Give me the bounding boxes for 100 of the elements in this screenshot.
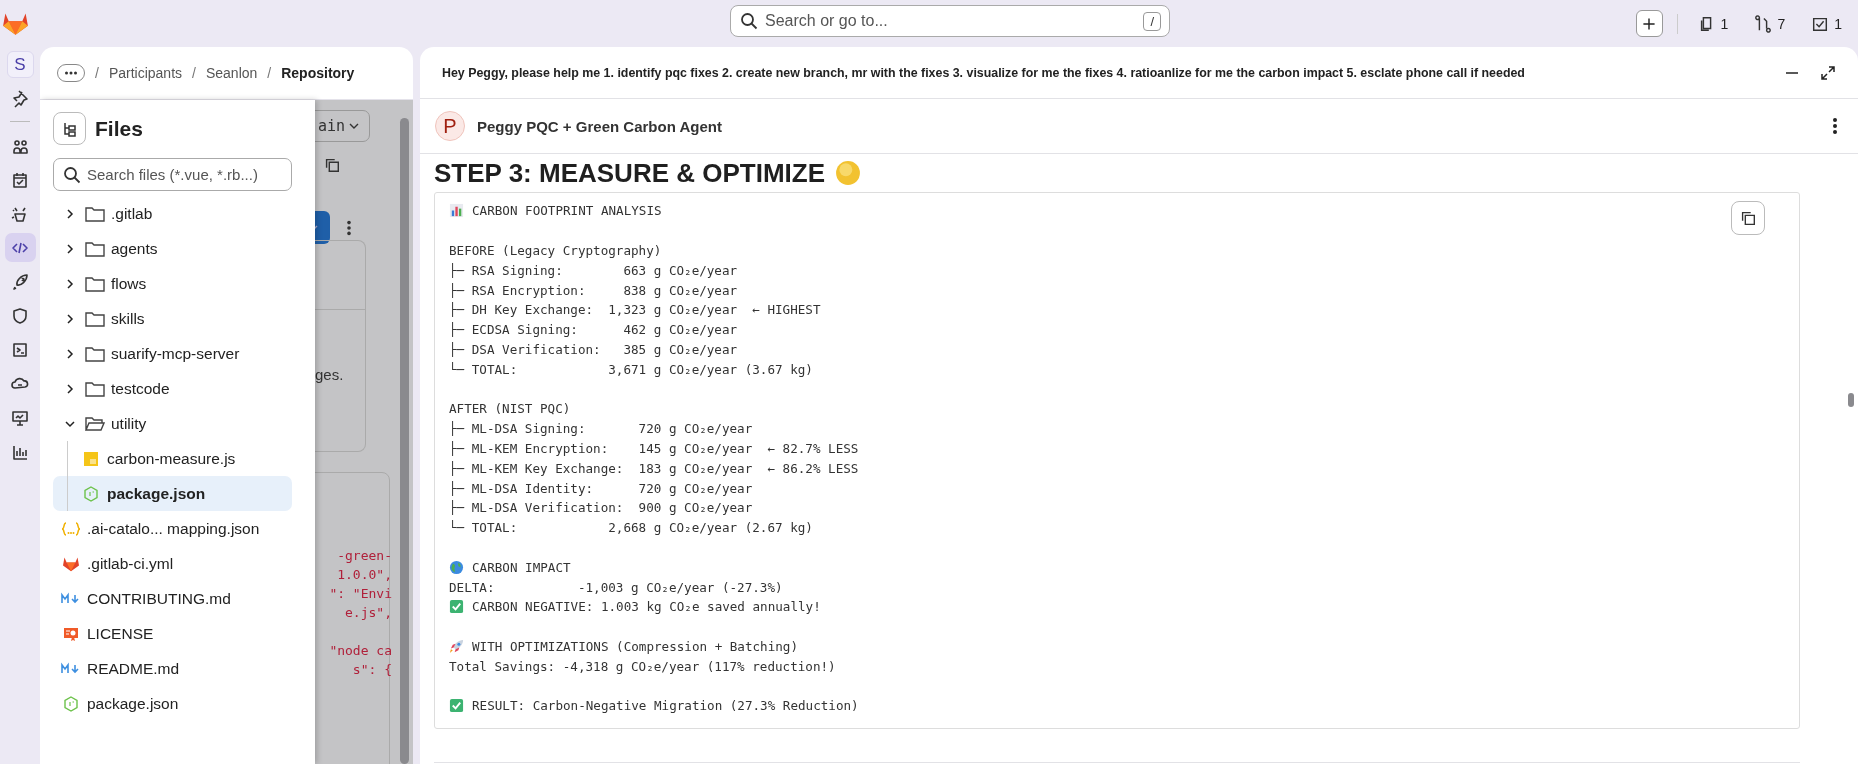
analysis-line: AFTER (NIST PQC) [449, 401, 571, 417]
counter-button[interactable]: 7 [1748, 14, 1792, 33]
more-button[interactable] [57, 64, 85, 82]
shortcut-key: / [1143, 11, 1161, 31]
file-tree-item[interactable]: carbon-measure.js [53, 441, 292, 476]
analysis-line: Total Savings: -4,318 g CO₂e/year (117% reduction!) [449, 658, 836, 674]
file-tree-item[interactable]: .ai-catalo... mapping.json [53, 511, 292, 546]
folder-icon [85, 275, 105, 292]
braces-icon [61, 520, 81, 537]
scrollbar[interactable] [396, 100, 413, 764]
file-tree-item[interactable]: .gitlab [53, 196, 292, 231]
prompt-text: Hey Peggy, please help me 1. identify pqc fixes 2. create new branch, mr with the fixes 3. visualize for me the fixes 4. ratioanlize for me the carbon impact 5. esclate phone call if needed [442, 65, 1526, 80]
file-tree-item[interactable]: suarify-mcp-server [53, 336, 292, 371]
breadcrumb-link[interactable]: Participants [108, 65, 183, 81]
kebab-icon[interactable] [346, 218, 352, 237]
chevron-icon [65, 278, 75, 289]
step-heading: STEP 3: MEASURE & OPTIMIZE [434, 157, 825, 189]
analysis-line: ├─ ML-KEM Key Exchange: 183 g CO₂e/year ← 86.2% LESS [449, 460, 859, 476]
chevron-icon [65, 208, 75, 219]
code-line: ": "Envi [329, 585, 392, 603]
nav-icon-button[interactable] [4, 233, 36, 262]
file-tree-item[interactable]: CONTRIBUTING.md [53, 581, 292, 616]
analysis-line: WITH OPTIMIZATIONS (Compression + Batching) [472, 638, 799, 654]
analysis-line: ├─ ML-KEM Encryption: 145 g CO₂e/year ← 82.7% LESS [449, 440, 859, 456]
counter-button[interactable]: 1 [1691, 14, 1735, 33]
folder-icon [85, 310, 105, 327]
code-line: "node ca [329, 642, 392, 660]
chevron-icon [65, 313, 75, 324]
folder-icon [85, 345, 105, 362]
file-tree-item[interactable]: package.json [53, 476, 292, 511]
analysis-line: ├─ ML-DSA Verification: 900 g CO₂e/year [449, 500, 753, 516]
file-tree-item[interactable]: skills [53, 301, 292, 336]
chevron-icon [65, 243, 75, 254]
search-field[interactable]: Search or go to... / [730, 5, 1170, 37]
copy-icon[interactable] [323, 156, 341, 174]
project-avatar[interactable]: S [6, 51, 34, 78]
counter-button[interactable]: 1 [1805, 14, 1848, 33]
analysis-line: BEFORE (Legacy Cryptography) [449, 243, 662, 258]
ellipsis-icon [63, 70, 79, 76]
globe-icon [449, 559, 464, 575]
chevron-icon [65, 383, 75, 394]
file-tree-item[interactable]: LICENSE [53, 616, 292, 651]
breadcrumb-separator: / [267, 65, 272, 81]
rocket-icon [449, 638, 464, 654]
analysis-line: ├─ ECDSA Signing: 462 g CO₂e/year [449, 322, 738, 338]
shield-icon [10, 305, 30, 326]
bar-chart-icon [449, 203, 464, 219]
folder-icon [85, 240, 105, 257]
description-text: ges. [315, 366, 344, 383]
kebab-icon[interactable] [1832, 116, 1838, 136]
file-tree-item[interactable]: .gitlab-ci.yml [53, 546, 292, 581]
analysis-line: └─ TOTAL: 2,668 g CO₂e/year (2.67 kg) [449, 520, 813, 536]
agent-avatar: P [435, 111, 465, 141]
file-tree-item[interactable]: README.md [53, 651, 292, 686]
analysis-line: ├─ ML-DSA Signing: 720 g CO₂e/year [449, 421, 753, 437]
checkmark-icon [449, 698, 464, 714]
breadcrumb-separator: / [95, 65, 99, 81]
breadcrumb-separator: / [192, 65, 196, 81]
merge-request-icon [1754, 14, 1773, 33]
hexagon-icon [81, 485, 101, 502]
analysis-line: ├─ DSA Verification: 385 g CO₂e/year [449, 341, 738, 357]
code-line: 1.0.0", [337, 566, 392, 584]
hexagon-icon [61, 695, 81, 712]
analysis-line: CARBON NEGATIVE: 1.003 kg CO₂e saved annually! [472, 599, 821, 615]
folder-icon [85, 205, 105, 222]
analysis-line: ├─ RSA Encryption: 838 g CO₂e/year [449, 282, 738, 298]
agent-name: Peggy PQC + Green Carbon Agent [477, 117, 723, 135]
copy-button[interactable] [1731, 201, 1765, 235]
panel-title: Files [95, 116, 143, 141]
rocket-icon [10, 271, 30, 292]
breadcrumb-link[interactable]: Repository [281, 65, 355, 81]
file-tree-item[interactable]: testcode [53, 371, 292, 406]
analysis-line: DELTA: -1,003 g CO₂e/year (-27.3%) [449, 579, 783, 595]
file-tree-item[interactable]: agents [53, 231, 292, 266]
search-icon [62, 164, 82, 185]
copy-icon [1739, 209, 1757, 227]
create-new-button[interactable] [1635, 10, 1663, 37]
search-icon [739, 11, 759, 31]
code-line: e.js", [345, 604, 392, 622]
file-tree-item[interactable]: utility [53, 406, 292, 441]
file-tree-toggle[interactable] [53, 112, 86, 145]
code-line: -green- [337, 547, 392, 565]
plus-icon [1641, 15, 1658, 32]
file-tree-item[interactable]: flows [53, 266, 292, 301]
gitlab-logo[interactable] [2, 11, 29, 36]
breadcrumb-link[interactable]: Seanlon [205, 65, 258, 81]
chevron-icon [349, 123, 359, 129]
analysis-line: ├─ ML-DSA Identity: 720 g CO₂e/year [449, 480, 753, 496]
analysis-line: RESULT: Carbon-Negative Migration (27.3% Reduction) [472, 698, 859, 714]
analysis-line: CARBON FOOTPRINT ANALYSIS [472, 203, 662, 219]
certificate-icon [61, 625, 81, 642]
code-line: s": { [352, 661, 392, 679]
file-tree-item[interactable]: package.json [53, 686, 292, 721]
file-search-field[interactable]: Search files (*.vue, *.rb...) [53, 158, 292, 191]
analysis-line: ├─ DH Key Exchange: 1,323 g CO₂e/year ← HIGHEST [449, 302, 821, 318]
analysis-line: CARBON IMPACT [472, 559, 571, 575]
analysis-line: └─ TOTAL: 3,671 g CO₂e/year (3.67 kg) [449, 361, 813, 377]
analysis-line: ├─ RSA Signing: 663 g CO₂e/year [449, 262, 738, 278]
branch-dropdown[interactable]: ain [315, 110, 370, 142]
js-file-icon [81, 450, 101, 467]
